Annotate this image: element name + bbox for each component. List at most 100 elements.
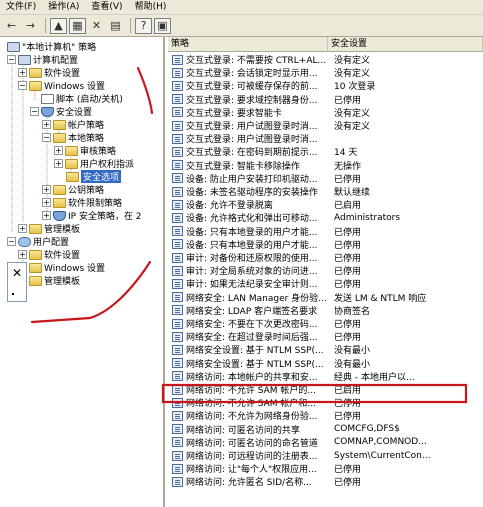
expand-icon[interactable]: + bbox=[18, 224, 27, 233]
close-icon[interactable]: ✕ bbox=[12, 266, 22, 280]
policy-row[interactable]: 网络访问: 本地帐户的共享和安... 经典 - 本地用户以... bbox=[168, 370, 483, 383]
policy-row[interactable]: 设备: 防止用户安装打印机驱动... 已停用 bbox=[168, 172, 483, 185]
tree-item-audit-policy[interactable]: + 审核策略 bbox=[54, 144, 116, 157]
properties-icon[interactable]: ▤ bbox=[107, 18, 124, 34]
collapse-icon[interactable]: − bbox=[18, 81, 27, 90]
policy-cell: 网络访问: 让"每个人"权限应用... bbox=[168, 462, 328, 475]
help-icon[interactable]: ? bbox=[135, 17, 152, 34]
policy-row[interactable]: 交互式登录: 在密码到期前提示... 14 天 bbox=[168, 145, 483, 158]
column-header-policy[interactable]: 策略 bbox=[168, 37, 328, 52]
tree-root[interactable]: "本地计算机" 策略 bbox=[7, 40, 96, 53]
toolbar-separator bbox=[130, 18, 131, 33]
tree-item-label: Windows 设置 bbox=[44, 82, 106, 92]
back-icon[interactable]: ← bbox=[3, 18, 20, 34]
policy-row[interactable]: 交互式登录: 可被缓存保存的前... 10 次登录 bbox=[168, 79, 483, 92]
tree-item-user-admin-templates[interactable]: + 管理模板 bbox=[18, 274, 80, 287]
policy-row[interactable]: 交互式登录: 用户试图登录时消... bbox=[168, 132, 483, 145]
expand-icon[interactable]: + bbox=[54, 146, 63, 155]
policy-row[interactable]: 设备: 允许格式化和弹出可移动... Administrators bbox=[168, 211, 483, 224]
expand-icon[interactable]: + bbox=[18, 250, 27, 259]
tree-item-user-software-settings[interactable]: + 软件设置 bbox=[18, 248, 80, 261]
tree-item-software-settings[interactable]: + 软件设置 bbox=[18, 66, 80, 79]
console-icon[interactable]: ▣ bbox=[154, 17, 171, 34]
policy-row[interactable]: 设备: 只有本地登录的用户才能... 已停用 bbox=[168, 225, 483, 238]
policy-cell: 交互式登录: 不需要按 CTRL+AL... bbox=[168, 53, 328, 66]
collapse-icon[interactable]: − bbox=[7, 55, 16, 64]
policy-row[interactable]: 网络访问: 不允许 SAM 帐户的... 已启用 bbox=[168, 383, 483, 396]
tree-item-admin-templates[interactable]: + 管理模板 bbox=[18, 222, 80, 235]
policy-row[interactable]: 网络访问: 允许匿名 SID/名称... 已停用 bbox=[168, 475, 483, 488]
policy-setting-icon bbox=[172, 476, 183, 487]
policy-row[interactable]: 网络安全设置: 基于 NTLM SSP(... 没有最小 bbox=[168, 343, 483, 356]
tree-item-security-options[interactable]: 安全选项 bbox=[66, 170, 122, 183]
policy-setting-icon bbox=[172, 305, 183, 316]
expand-icon[interactable]: + bbox=[42, 198, 51, 207]
collapse-icon[interactable]: − bbox=[7, 237, 16, 246]
policy-row[interactable]: 设备: 只有本地登录的用户才能... 已停用 bbox=[168, 238, 483, 251]
policy-row[interactable]: 网络安全设置: 基于 NTLM SSP(... 没有最小 bbox=[168, 357, 483, 370]
policy-row[interactable]: 审计: 对备份和还原权限的使用... 已停用 bbox=[168, 251, 483, 264]
tree-item-ip-security[interactable]: + IP 安全策略，在 2 bbox=[42, 209, 142, 222]
policy-row[interactable]: 网络安全: LAN Manager 身份验... 发送 LM & NTLM 响应 bbox=[168, 291, 483, 304]
tree-item-computer-config[interactable]: − 计算机配置 bbox=[7, 53, 78, 66]
policy-cell: 网络访问: 可匿名访问的共享 bbox=[168, 423, 328, 436]
expand-icon[interactable]: + bbox=[54, 159, 63, 168]
tree-item-user-rights[interactable]: + 用户权利指派 bbox=[54, 157, 134, 170]
show-tree-icon[interactable]: ▦ bbox=[69, 17, 86, 34]
policy-row[interactable]: 网络访问: 可匿名访问的共享 COMCFG,DFS$ bbox=[168, 423, 483, 436]
tree-item-local-policy[interactable]: − 本地策略 bbox=[42, 131, 104, 144]
setting-value: Administrators bbox=[334, 212, 401, 223]
up-icon[interactable]: ▲ bbox=[50, 17, 67, 34]
setting-value: 已停用 bbox=[334, 333, 362, 344]
tree-item-account-policy[interactable]: + 帐户策略 bbox=[42, 118, 104, 131]
tree-item-public-key[interactable]: + 公钥策略 bbox=[42, 183, 104, 196]
tree-item-scripts[interactable]: 脚本 (启动/关机) bbox=[41, 92, 123, 105]
delete-icon[interactable]: ✕ bbox=[88, 18, 105, 34]
tree-item-label: 管理模板 bbox=[44, 225, 81, 235]
forward-icon[interactable]: → bbox=[22, 18, 39, 34]
policy-row[interactable]: 网络访问: 可远程访问的注册表... System\CurrentCon... bbox=[168, 449, 483, 462]
expand-icon[interactable]: + bbox=[42, 120, 51, 129]
collapse-icon[interactable]: − bbox=[30, 107, 39, 116]
policy-cell: 网络安全: 在超过登录时间后强... bbox=[168, 330, 328, 343]
policy-row[interactable]: 审计: 对全局系统对象的访问进... 已停用 bbox=[168, 264, 483, 277]
tree-item-windows-settings[interactable]: − Windows 设置 bbox=[18, 79, 105, 92]
expand-icon[interactable]: + bbox=[42, 185, 51, 194]
column-header-setting[interactable]: 安全设置 bbox=[328, 37, 483, 52]
policy-setting-icon bbox=[172, 437, 183, 448]
policy-row[interactable]: 网络访问: 让"每个人"权限应用... 已停用 bbox=[168, 462, 483, 475]
folder-icon bbox=[29, 275, 42, 286]
policy-cell: 网络安全设置: 基于 NTLM SSP(... bbox=[168, 357, 328, 370]
policy-setting-icon bbox=[172, 463, 183, 474]
policy-row[interactable]: 交互式登录: 会话锁定时显示用... 没有定义 bbox=[168, 66, 483, 79]
policy-row[interactable]: 网络安全: 在超过登录时间后强... 已停用 bbox=[168, 330, 483, 343]
menu-file[interactable]: 文件(F) bbox=[0, 0, 42, 15]
menu-view[interactable]: 查看(V) bbox=[85, 0, 128, 15]
policy-row[interactable]: 交互式登录: 要求域控制器身份... 已停用 bbox=[168, 93, 483, 106]
policy-row[interactable]: 设备: 未签名驱动程序的安装操作 默认继续 bbox=[168, 185, 483, 198]
tree-item-security-settings[interactable]: − 安全设置 bbox=[30, 105, 92, 118]
collapse-icon[interactable]: − bbox=[42, 133, 51, 142]
policy-row[interactable]: 网络访问: 不允许为网络身份验... 已停用 bbox=[168, 409, 483, 422]
policy-row[interactable]: 网络安全: LDAP 客户端签名要求 协商签名 bbox=[168, 304, 483, 317]
policy-row[interactable]: 设备: 允许不登录脱离 已启用 bbox=[168, 198, 483, 211]
tree-item-user-config[interactable]: − 用户配置 bbox=[7, 235, 69, 248]
policy-row[interactable]: 网络访问: 可匿名访问的命名管道 COMNAP,COMNOD... bbox=[168, 436, 483, 449]
policy-name: 设备: 只有本地登录的用户才能... bbox=[186, 227, 318, 238]
tree-item-software-restriction[interactable]: + 软件限制策略 bbox=[42, 196, 122, 209]
policy-name: 网络安全: 在超过登录时间后强... bbox=[186, 333, 318, 344]
expand-icon[interactable]: + bbox=[42, 211, 51, 220]
menu-help[interactable]: 帮助(H) bbox=[129, 0, 173, 15]
policy-setting-icon bbox=[172, 133, 183, 144]
policy-row[interactable]: 网络安全: 不要在下次更改密码... 已停用 bbox=[168, 317, 483, 330]
policy-row[interactable]: 网络访问: 不允许 SAM 帐户和... 已停用 bbox=[168, 396, 483, 409]
tree-item-user-windows-settings[interactable]: + Windows 设置 bbox=[18, 261, 105, 274]
expand-icon[interactable]: + bbox=[18, 68, 27, 77]
policy-row[interactable]: 交互式登录: 智能卡移除操作 无操作 bbox=[168, 159, 483, 172]
policy-name: 交互式登录: 要求域控制器身份... bbox=[186, 95, 318, 106]
policy-row[interactable]: 审计: 如果无法纪录安全审计则... 已停用 bbox=[168, 277, 483, 290]
menu-action[interactable]: 操作(A) bbox=[42, 0, 85, 15]
policy-row[interactable]: 交互式登录: 不需要按 CTRL+AL... 没有定义 bbox=[168, 53, 483, 66]
policy-row[interactable]: 交互式登录: 要求智能卡 没有定义 bbox=[168, 106, 483, 119]
policy-row[interactable]: 交互式登录: 用户试图登录时消... 没有定义 bbox=[168, 119, 483, 132]
